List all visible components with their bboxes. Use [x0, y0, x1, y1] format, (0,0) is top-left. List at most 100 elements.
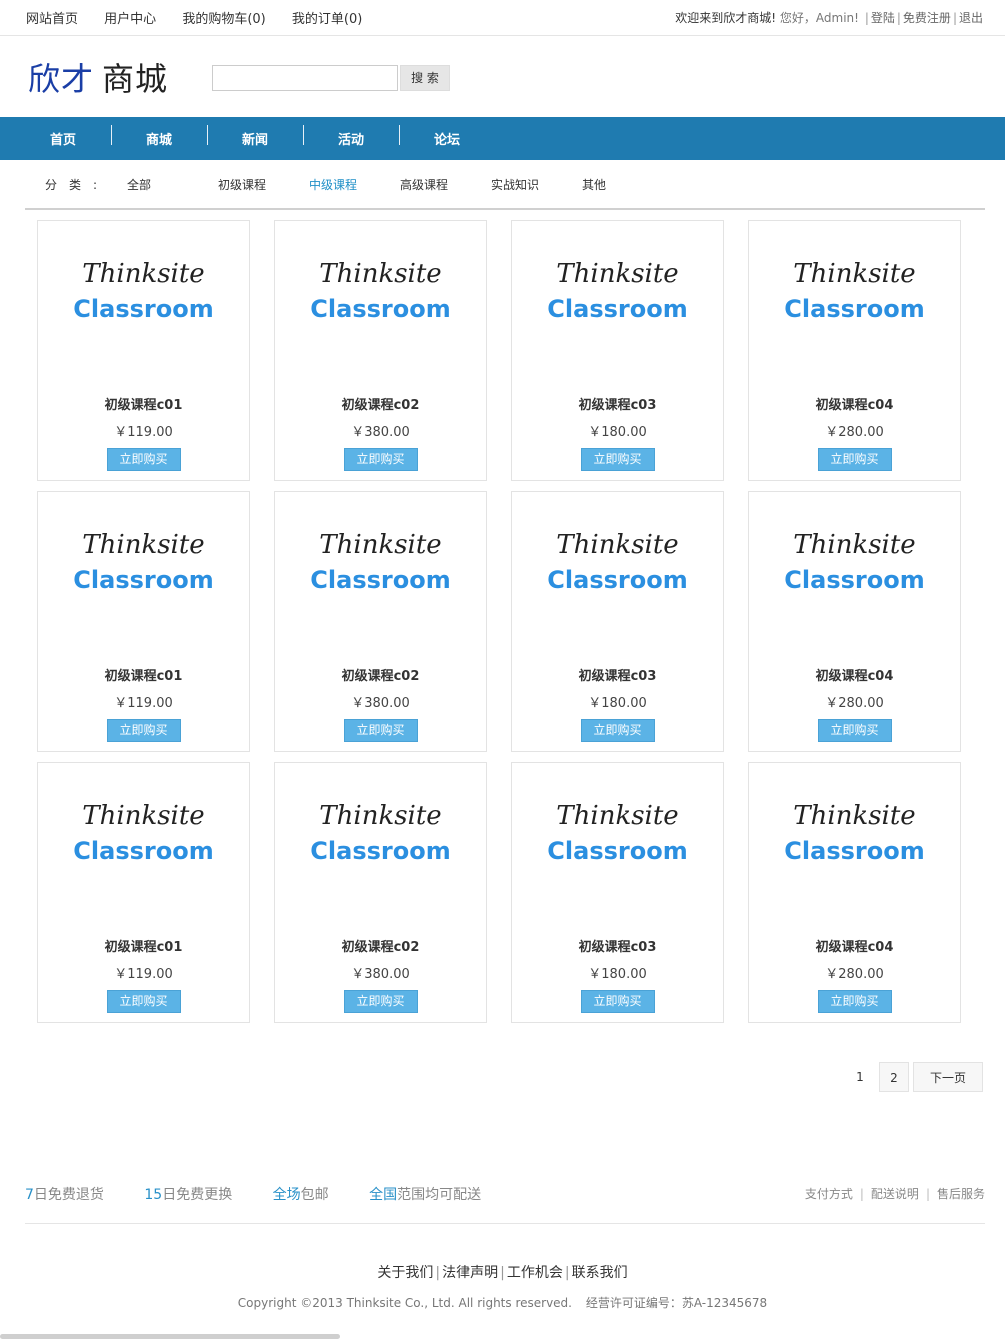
service-links: 支付方式 | 配送说明 | 售后服务 — [805, 1184, 985, 1202]
buy-now-button[interactable]: 立即购买 — [817, 990, 892, 1013]
site-logo[interactable]: 欣才 商城 — [28, 54, 168, 100]
product-name[interactable]: 初级课程c04 — [749, 936, 960, 955]
product-card[interactable]: Thinksite Classroom 初级课程c03 ￥180.00 立即购买 — [511, 220, 724, 481]
footer-link-contact[interactable]: 联系我们 — [572, 1265, 628, 1281]
promo-item: 全场包邮 — [272, 1187, 329, 1203]
product-image[interactable]: Thinksite Classroom — [749, 221, 960, 381]
nav-item-news[interactable]: 新闻 — [207, 125, 303, 148]
separator: | — [435, 1265, 441, 1281]
delivery-info-link[interactable]: 配送说明 — [871, 1187, 919, 1201]
header: 欣才 商城 搜 索 — [0, 36, 1005, 117]
top-link-orders[interactable]: 我的订单(0) — [292, 12, 362, 27]
buy-now-button[interactable]: 立即购买 — [343, 448, 418, 471]
user-status: 欢迎来到欣才商城! 您好，Admin! | 登陆 | 免费注册 | 退出 — [675, 9, 983, 26]
product-image-line-2: Classroom — [547, 837, 688, 865]
buy-now-button[interactable]: 立即购买 — [580, 448, 655, 471]
product-image[interactable]: Thinksite Classroom — [38, 763, 249, 923]
product-name[interactable]: 初级课程c01 — [38, 936, 249, 955]
product-price: ￥119.00 — [114, 967, 173, 982]
product-image[interactable]: Thinksite Classroom — [275, 221, 486, 381]
product-name[interactable]: 初级课程c02 — [275, 665, 486, 684]
product-card[interactable]: Thinksite Classroom 初级课程c01 ￥119.00 立即购买 — [37, 762, 250, 1023]
product-card[interactable]: Thinksite Classroom 初级课程c01 ￥119.00 立即购买 — [37, 491, 250, 752]
product-image[interactable]: Thinksite Classroom — [749, 492, 960, 652]
pagination: 1 2 下一页 — [841, 1062, 983, 1092]
buy-now-button[interactable]: 立即购买 — [106, 990, 181, 1013]
category-intermediate[interactable]: 中级课程 — [309, 176, 400, 193]
search-button[interactable]: 搜 索 — [400, 64, 451, 91]
product-name[interactable]: 初级课程c03 — [512, 394, 723, 413]
product-image-line-2: Classroom — [784, 837, 925, 865]
category-advanced[interactable]: 高级课程 — [400, 176, 491, 193]
search-input[interactable] — [212, 64, 399, 91]
product-price: ￥380.00 — [351, 967, 410, 982]
top-link-cart[interactable]: 我的购物车(0) — [182, 12, 265, 27]
product-image[interactable]: Thinksite Classroom — [512, 763, 723, 923]
product-name[interactable]: 初级课程c03 — [512, 665, 723, 684]
welcome-text: 欢迎来到欣才商城! — [675, 11, 777, 25]
nav-item-home[interactable]: 首页 — [15, 129, 111, 148]
category-beginner[interactable]: 初级课程 — [218, 176, 309, 193]
login-link[interactable]: 登陆 — [871, 11, 895, 25]
product-card[interactable]: Thinksite Classroom 初级课程c03 ￥180.00 立即购买 — [511, 491, 724, 752]
logo-text-1: 欣才 — [28, 59, 95, 98]
promo-list: 7日免费退货 15日免费更换 全场包邮 全国范围均可配送 — [25, 1184, 517, 1204]
buy-now-button[interactable]: 立即购买 — [580, 990, 655, 1013]
product-name[interactable]: 初级课程c02 — [275, 936, 486, 955]
product-image[interactable]: Thinksite Classroom — [275, 763, 486, 923]
top-link-user-center[interactable]: 用户中心 — [104, 12, 156, 27]
buy-now-button[interactable]: 立即购买 — [343, 990, 418, 1013]
payment-methods-link[interactable]: 支付方式 — [805, 1187, 853, 1201]
product-image[interactable]: Thinksite Classroom — [749, 763, 960, 923]
horizontal-scrollbar[interactable] — [0, 1334, 340, 1339]
product-image[interactable]: Thinksite Classroom — [38, 492, 249, 652]
footer-link-jobs[interactable]: 工作机会 — [507, 1265, 563, 1281]
buy-now-button[interactable]: 立即购买 — [106, 719, 181, 742]
product-image-line-1: Thinksite — [82, 530, 205, 560]
category-all[interactable]: 全部 — [127, 176, 218, 193]
product-card[interactable]: Thinksite Classroom 初级课程c03 ￥180.00 立即购买 — [511, 762, 724, 1023]
product-card[interactable]: Thinksite Classroom 初级课程c04 ￥280.00 立即购买 — [748, 220, 961, 481]
product-card[interactable]: Thinksite Classroom 初级课程c01 ￥119.00 立即购买 — [37, 220, 250, 481]
nav-item-forum[interactable]: 论坛 — [399, 125, 495, 148]
nav-item-events[interactable]: 活动 — [303, 125, 399, 148]
product-card[interactable]: Thinksite Classroom 初级课程c02 ￥380.00 立即购买 — [274, 491, 487, 752]
product-card[interactable]: Thinksite Classroom 初级课程c02 ￥380.00 立即购买 — [274, 762, 487, 1023]
product-image[interactable]: Thinksite Classroom — [512, 492, 723, 652]
page-1[interactable]: 1 — [845, 1062, 875, 1092]
category-other[interactable]: 其他 — [582, 176, 673, 193]
footer-link-about[interactable]: 关于我们 — [377, 1265, 433, 1281]
product-name[interactable]: 初级课程c03 — [512, 936, 723, 955]
buy-now-button[interactable]: 立即购买 — [106, 448, 181, 471]
product-image-line-2: Classroom — [310, 566, 451, 594]
next-page-button[interactable]: 下一页 — [913, 1062, 983, 1092]
logout-link[interactable]: 退出 — [959, 11, 983, 25]
product-name[interactable]: 初级课程c01 — [38, 665, 249, 684]
product-name[interactable]: 初级课程c04 — [749, 394, 960, 413]
page-2[interactable]: 2 — [879, 1062, 909, 1092]
buy-now-button[interactable]: 立即购买 — [580, 719, 655, 742]
top-link-home[interactable]: 网站首页 — [26, 12, 78, 27]
register-link[interactable]: 免费注册 — [903, 11, 951, 25]
buy-now-button[interactable]: 立即购买 — [343, 719, 418, 742]
footer-link-legal[interactable]: 法律声明 — [442, 1265, 498, 1281]
buy-now-button[interactable]: 立即购买 — [817, 448, 892, 471]
product-image[interactable]: Thinksite Classroom — [38, 221, 249, 381]
product-image-line-1: Thinksite — [319, 259, 442, 289]
promo-item: 全国范围均可配送 — [369, 1187, 482, 1203]
product-image-line-1: Thinksite — [319, 801, 442, 831]
nav-item-mall[interactable]: 商城 — [111, 125, 207, 148]
product-image[interactable]: Thinksite Classroom — [512, 221, 723, 381]
after-sales-link[interactable]: 售后服务 — [937, 1187, 985, 1201]
product-card[interactable]: Thinksite Classroom 初级课程c04 ￥280.00 立即购买 — [748, 491, 961, 752]
buy-now-button[interactable]: 立即购买 — [817, 719, 892, 742]
product-card[interactable]: Thinksite Classroom 初级课程c04 ￥280.00 立即购买 — [748, 762, 961, 1023]
product-name[interactable]: 初级课程c04 — [749, 665, 960, 684]
product-image[interactable]: Thinksite Classroom — [275, 492, 486, 652]
product-name[interactable]: 初级课程c02 — [275, 394, 486, 413]
top-links: 网站首页 用户中心 我的购物车(0) 我的订单(0) — [26, 8, 384, 27]
product-image-line-1: Thinksite — [793, 259, 916, 289]
product-card[interactable]: Thinksite Classroom 初级课程c02 ￥380.00 立即购买 — [274, 220, 487, 481]
category-practical[interactable]: 实战知识 — [491, 176, 582, 193]
product-name[interactable]: 初级课程c01 — [38, 394, 249, 413]
